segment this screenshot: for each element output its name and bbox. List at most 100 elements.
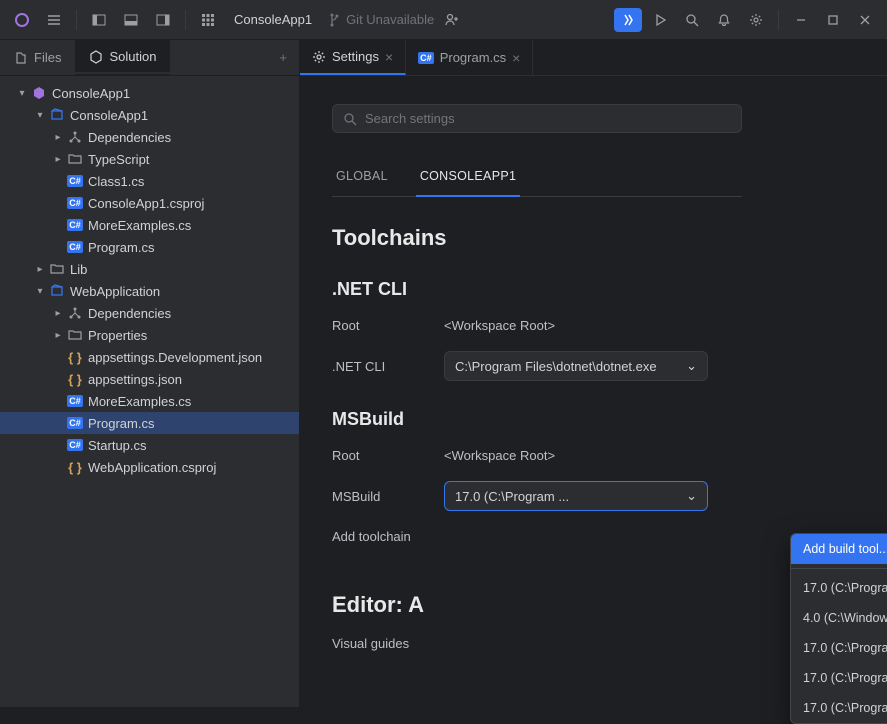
project-tab-global[interactable]: GLOBAL [332, 161, 392, 196]
maximize-icon[interactable] [819, 6, 847, 34]
search-icon[interactable] [678, 6, 706, 34]
tree-row[interactable]: C#Program.cs [0, 236, 299, 258]
tree-label: Program.cs [88, 240, 154, 255]
sidebar: Files Solution + ▾ ConsoleApp1 ▾ ConsoleApp… [0, 40, 300, 707]
tab-settings[interactable]: Settings × [300, 40, 406, 75]
tree-row[interactable]: C#Class1.cs [0, 170, 299, 192]
tree-row[interactable]: C#Program.cs [0, 412, 299, 434]
dropdown-item[interactable]: 17.0 (C:\Program Files\dotnet\s...0\MSBu… [791, 573, 887, 603]
chevron-down-icon: ⌄ [686, 358, 697, 374]
tree-label: Lib [70, 262, 87, 277]
chevron-icon[interactable]: ▸ [32, 264, 48, 275]
dropdown-item[interactable]: 17.0 (C:\Program Files\Microsof...Build\… [791, 633, 887, 663]
panel-right-icon[interactable] [149, 6, 177, 34]
editor-tabs: Settings × C# Program.cs × [300, 40, 887, 76]
bell-icon[interactable] [710, 6, 738, 34]
tree-row[interactable]: ▸ Dependencies [0, 302, 299, 324]
dropdown-item-add[interactable]: Add build tool... [791, 534, 887, 564]
close-icon[interactable]: × [385, 49, 393, 65]
minimize-icon[interactable] [787, 6, 815, 34]
sidebar-tab-solution[interactable]: Solution [75, 40, 170, 75]
chevron-icon[interactable]: ▸ [50, 308, 66, 319]
tree-label: Startup.cs [88, 438, 147, 453]
cs-icon: C# [66, 219, 84, 231]
gear-icon[interactable] [742, 6, 770, 34]
field-row: MSBuild 17.0 (C:\Program ... ⌄ [332, 481, 855, 511]
close-icon[interactable] [851, 6, 879, 34]
field-row: .NET CLI C:\Program Files\dotnet\dotnet.… [332, 351, 855, 381]
add-toolchain-link[interactable]: Add toolchain [332, 529, 444, 544]
panel-left-icon[interactable] [85, 6, 113, 34]
chevron-icon[interactable]: ▸ [50, 330, 66, 341]
dropdown-item[interactable]: 4.0 (C:\Windows\Microsoft.NET...work\v4.… [791, 603, 887, 633]
branch-icon [328, 13, 342, 27]
tree-row[interactable]: ▸Dependencies [0, 126, 299, 148]
chevron-icon[interactable]: ▸ [50, 132, 66, 143]
play-icon[interactable] [646, 6, 674, 34]
content-area: Settings × C# Program.cs × GLOBAL CONSOL… [300, 40, 887, 707]
csproj-icon [48, 284, 66, 298]
tab-program-cs[interactable]: C# Program.cs × [406, 40, 533, 75]
add-user-icon[interactable] [438, 6, 466, 34]
sidebar-tab-files[interactable]: Files [0, 40, 75, 75]
panel-bottom-icon[interactable] [117, 6, 145, 34]
tree-row[interactable]: ▸Properties [0, 324, 299, 346]
tree-row[interactable]: ▸ Lib [0, 258, 299, 280]
separator [185, 10, 186, 30]
tree-label: ConsoleApp1 [70, 108, 148, 123]
section-msbuild-title: MSBuild [332, 409, 855, 430]
tree-row[interactable]: ▾ ConsoleApp1 [0, 82, 299, 104]
tree-label: WebApplication [70, 284, 160, 299]
field-row: Visual guides [332, 636, 855, 651]
chevron-icon[interactable]: ▸ [50, 154, 66, 165]
titlebar: ConsoleApp1 Git Unavailable [0, 0, 887, 40]
tree-row[interactable]: C#ConsoleApp1.csproj [0, 192, 299, 214]
json-icon: { } [66, 350, 84, 365]
search-field[interactable] [365, 111, 731, 126]
tree-row[interactable]: ▾ WebApplication [0, 280, 299, 302]
close-icon[interactable]: × [512, 50, 520, 66]
tree-row[interactable]: { }WebApplication.csproj [0, 456, 299, 478]
chevron-icon[interactable]: ▾ [32, 286, 48, 297]
hamburger-icon[interactable] [40, 6, 68, 34]
cs-icon: C# [66, 197, 84, 209]
tree-row[interactable]: { }appsettings.Development.json [0, 346, 299, 368]
separator [76, 10, 77, 30]
cs-icon: C# [66, 417, 84, 429]
chevron-icon[interactable]: ▾ [32, 110, 48, 121]
grid-icon[interactable] [194, 6, 222, 34]
tree-row[interactable]: ▸ TypeScript [0, 148, 299, 170]
tree-row[interactable]: C#MoreExamples.cs [0, 390, 299, 412]
chevron-icon[interactable]: ▾ [14, 88, 30, 99]
git-status[interactable]: Git Unavailable [328, 12, 434, 27]
tree-row[interactable]: { }appsettings.json [0, 368, 299, 390]
tree-label: MoreExamples.cs [88, 218, 191, 233]
field-label: .NET CLI [332, 359, 444, 374]
msbuild-select[interactable]: 17.0 (C:\Program ... ⌄ [444, 481, 708, 511]
separator [791, 568, 887, 569]
tree-row[interactable]: C#Startup.cs [0, 434, 299, 456]
app-logo-icon[interactable] [8, 6, 36, 34]
netcli-select[interactable]: C:\Program Files\dotnet\dotnet.exe ⌄ [444, 351, 708, 381]
tree-label: ConsoleApp1 [52, 86, 130, 101]
dropdown-item[interactable]: 17.0 (C:\Program Files\Microsof...urrent… [791, 663, 887, 693]
project-tab-current[interactable]: CONSOLEAPP1 [416, 161, 520, 197]
json-icon: { } [66, 372, 84, 387]
tab-label: Program.cs [440, 50, 506, 65]
app-title: ConsoleApp1 [234, 12, 312, 27]
run-button[interactable] [614, 8, 642, 32]
add-tab-button[interactable]: + [267, 40, 299, 75]
search-icon [343, 112, 357, 126]
tree-row[interactable]: C# MoreExamples.cs [0, 214, 299, 236]
field-label: MSBuild [332, 489, 444, 504]
select-value: C:\Program Files\dotnet\dotnet.exe [455, 359, 657, 374]
dropdown-item[interactable]: 17.0 (C:\Program Files\dotnet\sdk\7.0.10… [791, 693, 887, 723]
tree-label: WebApplication.csproj [88, 460, 216, 475]
tree-row[interactable]: ▾ ConsoleApp1 [0, 104, 299, 126]
search-settings-input[interactable] [332, 104, 742, 133]
field-value: <Workspace Root> [444, 318, 555, 333]
tree-label: Dependencies [88, 306, 171, 321]
dep-icon [66, 130, 84, 144]
sidebar-tab-label: Solution [109, 49, 156, 64]
tree-label: TypeScript [88, 152, 149, 167]
